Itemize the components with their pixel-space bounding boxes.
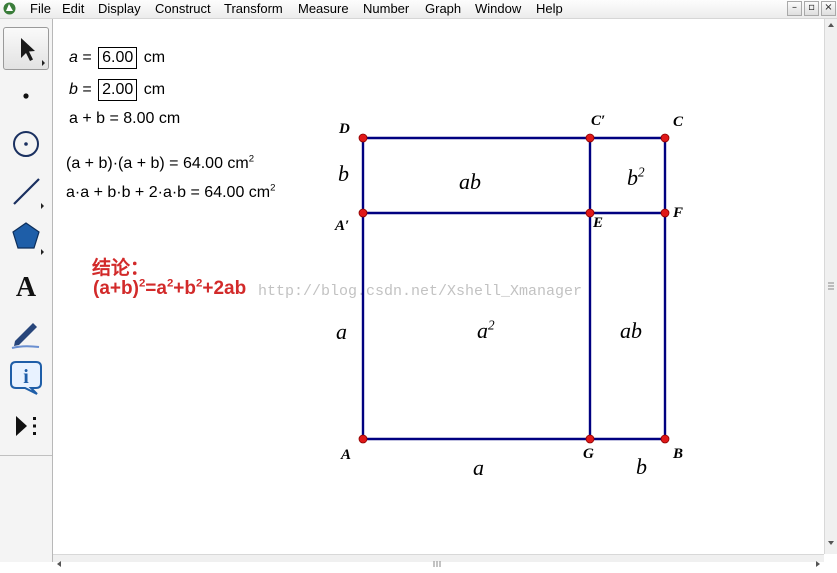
label-F[interactable]: F (673, 205, 683, 222)
point-F[interactable] (660, 208, 670, 218)
label-C[interactable]: C (673, 114, 683, 131)
label-E[interactable]: E (593, 215, 603, 232)
label-Cprime[interactable]: C′ (591, 113, 605, 130)
scroll-up-arrow-icon[interactable] (828, 23, 834, 27)
label-A[interactable]: A (341, 447, 351, 464)
point-A[interactable] (358, 434, 368, 444)
label-b-squared[interactable]: b2 (627, 165, 645, 191)
label-ab-top[interactable]: ab (459, 169, 481, 195)
label-b-left[interactable]: b (338, 161, 349, 187)
label-ab-right[interactable]: ab (620, 318, 642, 344)
point-Aprime[interactable] (358, 208, 368, 218)
label-a-left[interactable]: a (336, 319, 347, 345)
label-Aprime[interactable]: A′ (335, 218, 349, 235)
scroll-down-arrow-icon[interactable] (828, 541, 834, 545)
label-G[interactable]: G (583, 446, 594, 463)
label-a-bottom[interactable]: a (473, 455, 484, 481)
geometry-diagram (358, 133, 670, 444)
point-B[interactable] (660, 434, 670, 444)
point-C[interactable] (660, 133, 670, 143)
vertical-scrollbar[interactable] (824, 19, 837, 554)
label-B[interactable]: B (673, 446, 683, 463)
label-a-squared[interactable]: a2 (477, 318, 495, 344)
horizontal-scrollbar[interactable] (53, 554, 824, 567)
point-Cprime[interactable] (585, 133, 595, 143)
point-G[interactable] (585, 434, 595, 444)
point-D[interactable] (358, 133, 368, 143)
label-D[interactable]: D (339, 121, 350, 138)
label-b-bottom[interactable]: b (636, 454, 647, 480)
